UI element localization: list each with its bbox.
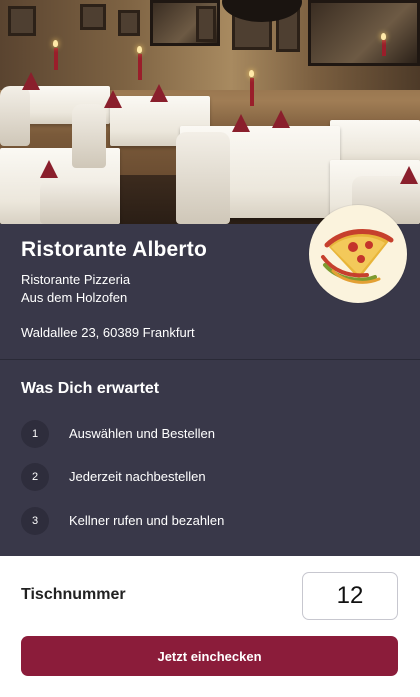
step-number-badge: 2 (21, 463, 49, 491)
step-item: 2 Jederzeit nachbestellen (21, 463, 401, 491)
table-number-label: Tischnummer (21, 586, 126, 603)
restaurant-type: Ristorante Pizzeria (21, 272, 131, 287)
checkin-section: Tischnummer Jetzt einchecken (0, 556, 420, 697)
step-item: 3 Kellner rufen und bezahlen (21, 507, 401, 535)
step-number-badge: 1 (21, 420, 49, 448)
restaurant-tagline: Aus dem Holzofen (21, 290, 128, 305)
restaurant-name: Ristorante Alberto (21, 238, 208, 261)
section-title: Was Dich erwartet (21, 380, 160, 397)
what-to-expect-section: Was Dich erwartet 1 Auswählen und Bestel… (0, 360, 420, 556)
check-in-button[interactable]: Jetzt einchecken (21, 636, 398, 676)
restaurant-photo (0, 0, 420, 224)
step-label: Kellner rufen und bezahlen (69, 513, 225, 528)
pizza-slice-logo-icon (309, 205, 407, 303)
step-label: Auswählen und Bestellen (69, 426, 215, 441)
step-number-badge: 3 (21, 507, 49, 535)
step-item: 1 Auswählen und Bestellen (21, 420, 401, 448)
restaurant-address: Waldallee 23, 60389 Frankfurt (21, 325, 195, 340)
step-label: Jederzeit nachbestellen (69, 469, 206, 484)
table-number-input[interactable] (302, 572, 398, 620)
